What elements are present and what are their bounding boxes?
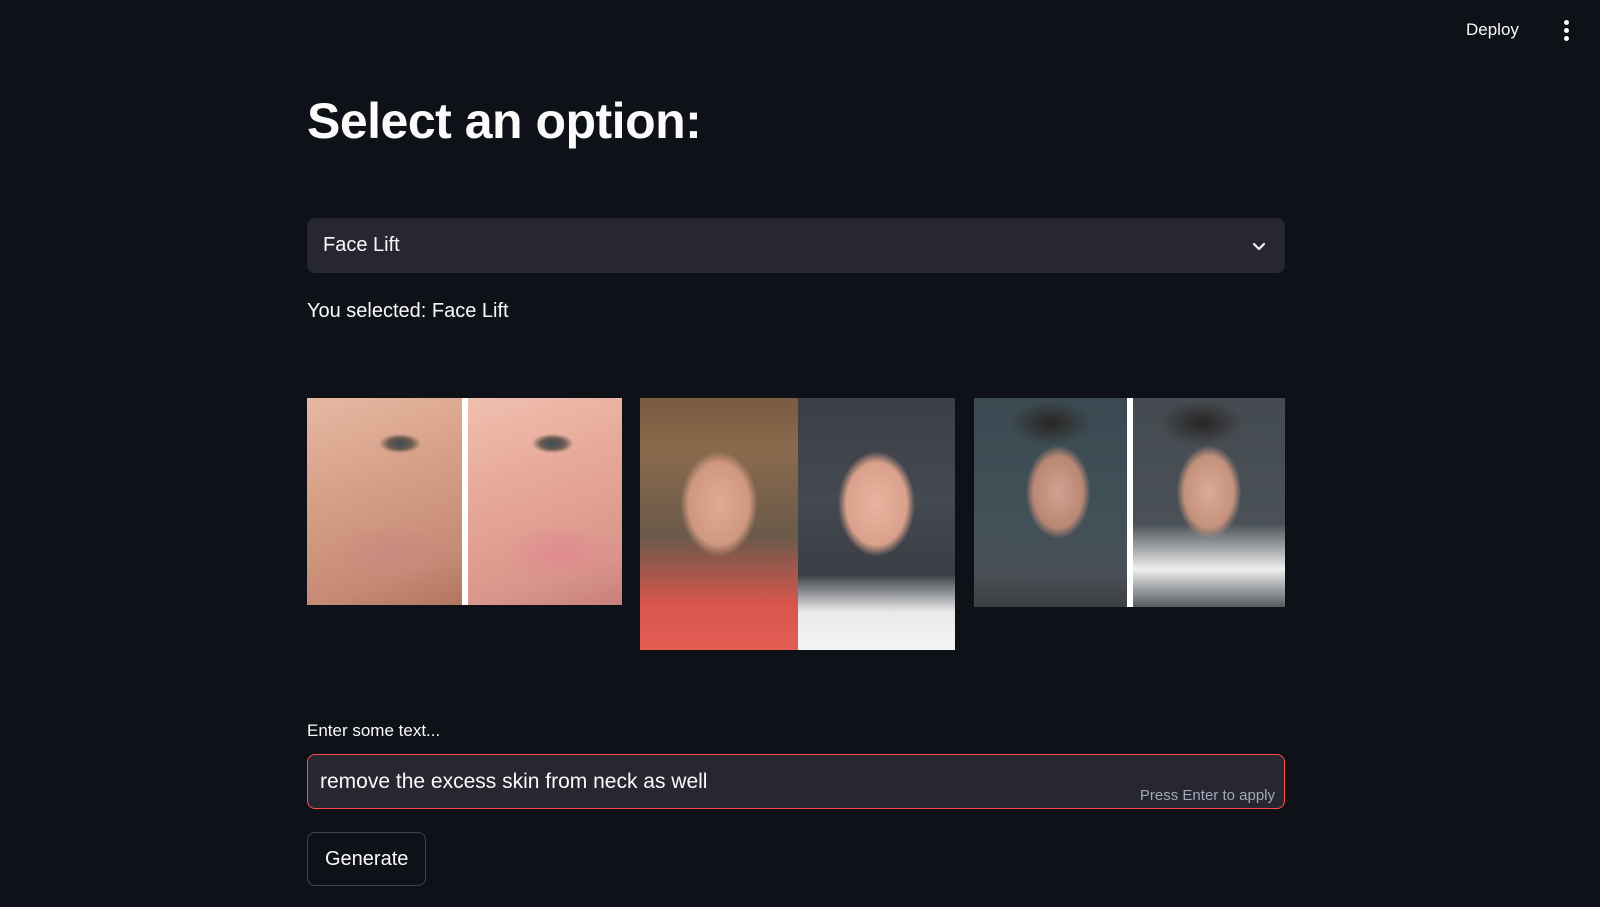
generate-button[interactable]: Generate [307,832,427,886]
gallery-image-2 [640,398,955,650]
page-title: Select an option: [307,93,702,149]
app-header: Deploy [0,0,1600,60]
kebab-menu-icon[interactable] [1552,16,1580,44]
press-enter-hint: Press Enter to apply [1139,787,1275,804]
before-image [640,398,798,650]
before-image [974,398,1127,607]
after-image [1132,398,1285,607]
chevron-down-icon [1249,236,1269,256]
after-image [797,398,955,650]
selected-option-text: You selected: Face Lift [307,300,509,322]
menu-dot [1563,27,1569,33]
deploy-button[interactable]: Deploy [1460,16,1525,44]
select-value: Face Lift [323,234,400,256]
gallery-image-3 [974,398,1285,607]
option-select[interactable]: Face Lift [307,218,1285,273]
text-input[interactable] [308,755,1284,808]
before-image [307,398,462,605]
menu-dot [1563,19,1569,25]
after-image [467,398,622,605]
text-input-container: Press Enter to apply [307,754,1285,809]
gallery-image-1 [307,398,622,605]
menu-dot [1563,35,1569,41]
image-gallery [307,398,1285,650]
text-input-label: Enter some text... [307,721,441,740]
